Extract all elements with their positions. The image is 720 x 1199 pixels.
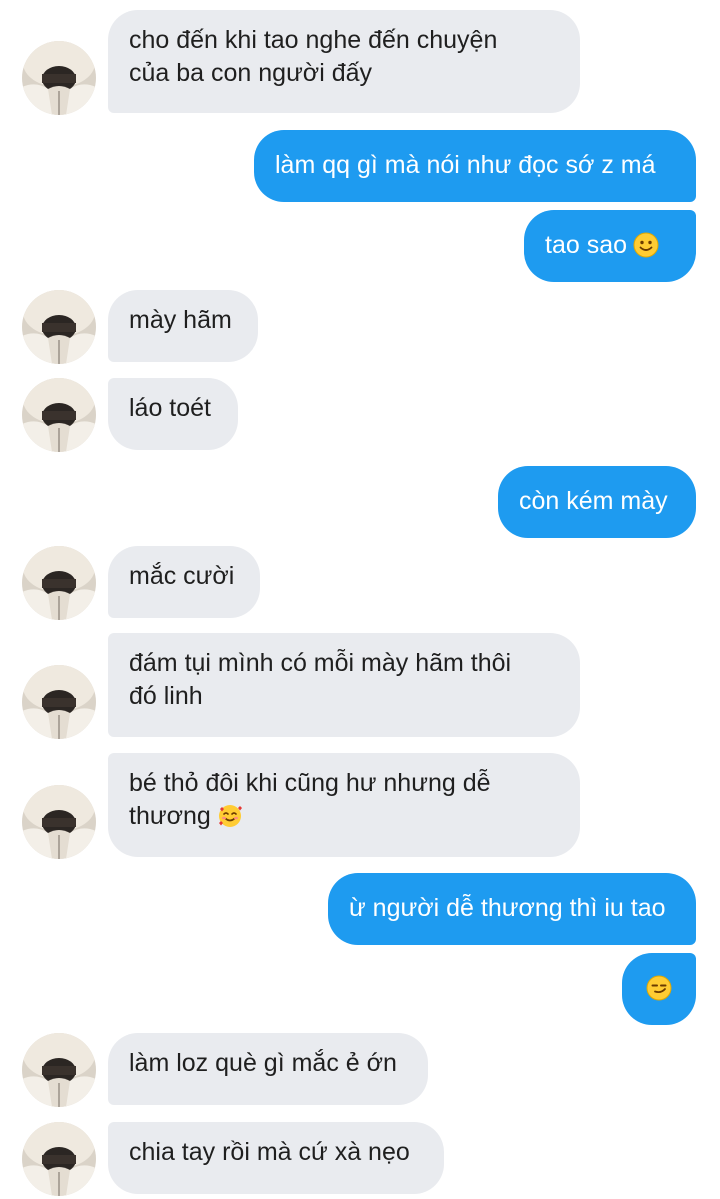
outgoing-message-bubble[interactable]: ừ người dễ thương thì iu tao: [328, 873, 696, 945]
incoming-message-bubble[interactable]: đám tụi mình có mỗi mày hãm thôi đó linh: [108, 633, 580, 737]
message-text-line: chia tay rồi mà cứ xà nẹo: [129, 1138, 410, 1166]
message-text-line: tao sao: [545, 229, 675, 262]
outgoing-message-bubble[interactable]: còn kém mày: [498, 466, 696, 538]
outgoing-message-bubble[interactable]: [622, 953, 696, 1025]
message-text-line: thương: [129, 800, 559, 833]
chat-thread: cho đến khi tao nghe đến chuyện của ba co…: [0, 0, 720, 1199]
message-text-line: ừ người dễ thương thì iu tao: [349, 894, 666, 922]
incoming-message-bubble[interactable]: láo toét: [108, 378, 238, 450]
slightly-smiling-face-icon: [633, 232, 659, 258]
message-text-line: đám tụi mình có mỗi mày hãm thôi: [129, 649, 512, 677]
avatar[interactable]: [22, 546, 96, 620]
outgoing-message-bubble[interactable]: tao sao: [524, 210, 696, 282]
avatar[interactable]: [22, 290, 96, 364]
smirking-face-icon: [646, 975, 672, 1001]
message-text-line: làm qq gì mà nói như đọc sớ z má: [275, 151, 656, 179]
outgoing-message-bubble[interactable]: làm qq gì mà nói như đọc sớ z má: [254, 130, 696, 202]
message-text-line: cho đến khi tao nghe đến chuyện: [129, 26, 498, 54]
incoming-message-bubble[interactable]: mày hãm: [108, 290, 258, 362]
avatar[interactable]: [22, 665, 96, 739]
message-text-line: đó linh: [129, 682, 203, 710]
message-text-line: bé thỏ đôi khi cũng hư nhưng dễ: [129, 769, 491, 797]
incoming-message-bubble[interactable]: làm loz què gì mắc ẻ ớn: [108, 1033, 428, 1105]
message-text-line: láo toét: [129, 394, 212, 422]
incoming-message-bubble[interactable]: mắc cười: [108, 546, 260, 618]
message-text-line: mắc cười: [129, 562, 235, 590]
incoming-message-bubble[interactable]: chia tay rồi mà cứ xà nẹo: [108, 1122, 444, 1194]
avatar[interactable]: [22, 378, 96, 452]
message-text-line: của ba con người đấy: [129, 59, 373, 87]
message-text-line: làm loz què gì mắc ẻ ớn: [129, 1049, 397, 1077]
message-text-line: còn kém mày: [519, 487, 668, 515]
avatar[interactable]: [22, 41, 96, 115]
incoming-message-bubble[interactable]: bé thỏ đôi khi cũng hư nhưng dễ thương: [108, 753, 580, 857]
incoming-message-bubble[interactable]: cho đến khi tao nghe đến chuyện của ba co…: [108, 10, 580, 113]
avatar[interactable]: [22, 1033, 96, 1107]
avatar[interactable]: [22, 785, 96, 859]
smiling-face-with-hearts-icon: [217, 803, 243, 829]
message-text-line: mày hãm: [129, 306, 232, 334]
avatar[interactable]: [22, 1122, 96, 1196]
